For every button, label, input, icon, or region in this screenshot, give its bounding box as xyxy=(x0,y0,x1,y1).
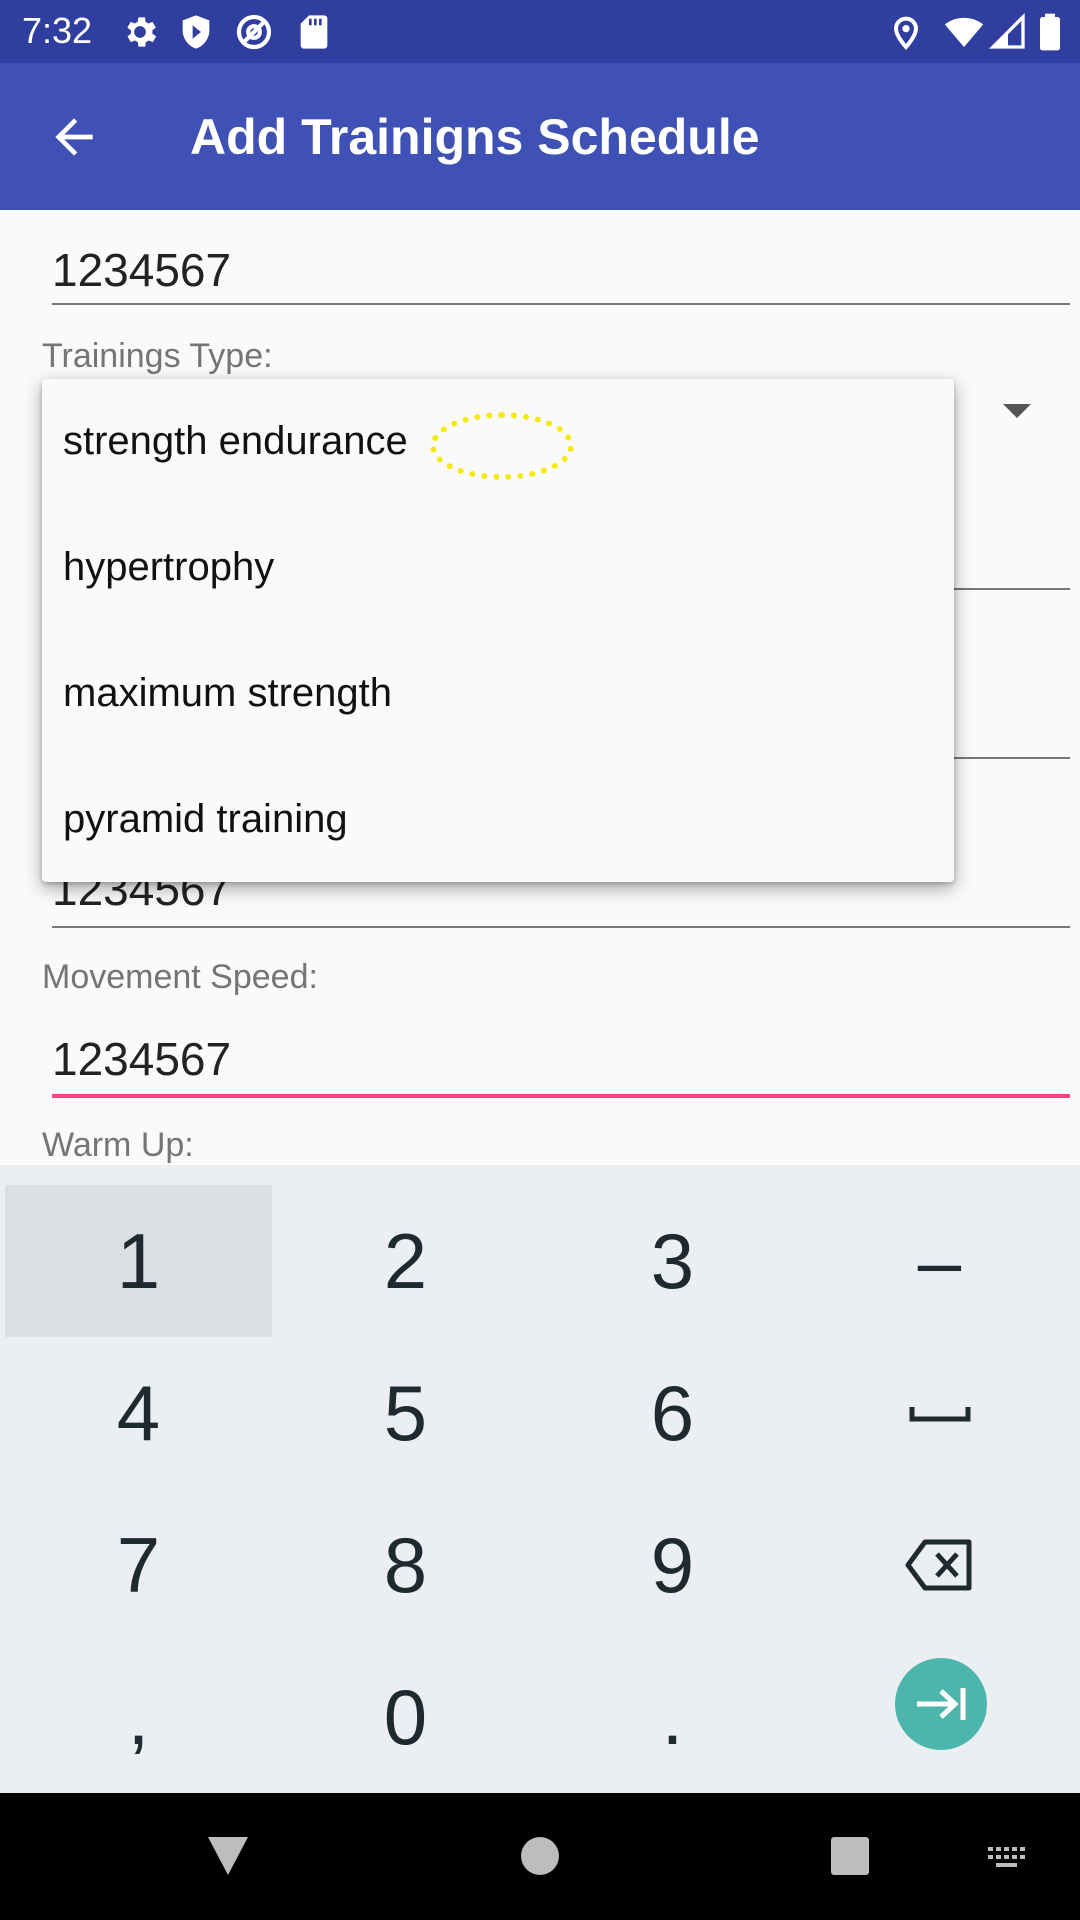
wifi-icon xyxy=(944,17,984,47)
keyboard-switch-icon[interactable] xyxy=(986,1845,1030,1871)
key-space[interactable] xyxy=(806,1337,1073,1489)
dropdown-item-maximum-strength[interactable]: maximum strength xyxy=(63,671,392,716)
sd-card-icon xyxy=(300,15,328,49)
backspace-icon xyxy=(905,1539,971,1591)
key-4[interactable]: 4 xyxy=(5,1337,272,1489)
top-number-field[interactable]: 1234567 xyxy=(52,243,231,297)
app-bar: Add Trainigns Schedule xyxy=(0,63,1080,210)
dropdown-item-hypertrophy[interactable]: hypertrophy xyxy=(63,545,274,590)
field-underline-4 xyxy=(52,926,1070,928)
next-icon xyxy=(917,1688,966,1720)
trainings-type-label: Trainings Type: xyxy=(42,337,273,375)
key-2[interactable]: 2 xyxy=(272,1185,539,1337)
movement-speed-underline-focused xyxy=(52,1094,1070,1098)
space-icon xyxy=(909,1407,970,1422)
settings-icon xyxy=(127,17,157,47)
recents-square-icon[interactable] xyxy=(829,1835,871,1877)
top-field-underline xyxy=(52,303,1070,305)
battery-icon xyxy=(1040,13,1060,51)
page-title: Add Trainigns Schedule xyxy=(190,109,760,165)
key-3[interactable]: 3 xyxy=(539,1185,806,1337)
key-8[interactable]: 8 xyxy=(272,1489,539,1641)
warm-up-label: Warm Up: xyxy=(42,1126,194,1164)
dropdown-item-strength-endurance[interactable]: strength endurance xyxy=(63,419,408,464)
movement-speed-label: Movement Speed: xyxy=(42,958,318,996)
home-circle-icon[interactable] xyxy=(519,1835,561,1877)
next-key[interactable] xyxy=(895,1658,987,1750)
key-comma[interactable]: , xyxy=(5,1641,272,1793)
dropdown-item-pyramid-training[interactable]: pyramid training xyxy=(63,797,348,842)
arrow-back-icon[interactable] xyxy=(46,109,102,165)
key-period[interactable]: . xyxy=(539,1641,806,1793)
back-triangle-icon[interactable] xyxy=(205,1833,251,1879)
signal-icon xyxy=(988,12,1025,49)
at-sign-icon xyxy=(236,14,272,50)
navigation-bar xyxy=(0,1793,1080,1920)
key-6[interactable]: 6 xyxy=(539,1337,806,1489)
status-time: 7:32 xyxy=(22,10,93,51)
key-0[interactable]: 0 xyxy=(272,1641,539,1793)
key-7[interactable]: 7 xyxy=(5,1489,272,1641)
location-icon xyxy=(893,16,919,50)
key-backspace[interactable] xyxy=(806,1489,1073,1641)
key-1[interactable]: 1 xyxy=(5,1185,272,1337)
movement-speed-field[interactable]: 1234567 xyxy=(52,1032,231,1086)
spinner-dropdown-arrow-icon[interactable] xyxy=(1003,404,1031,418)
key-5[interactable]: 5 xyxy=(272,1337,539,1489)
status-bar: 7:32 xyxy=(0,0,1080,63)
key-9[interactable]: 9 xyxy=(539,1489,806,1641)
shield-icon xyxy=(182,15,210,49)
field-underline-2 xyxy=(954,588,1070,590)
field-underline-3 xyxy=(954,757,1070,759)
key-minus[interactable]: – xyxy=(806,1185,1073,1337)
touch-indicator xyxy=(430,412,574,480)
